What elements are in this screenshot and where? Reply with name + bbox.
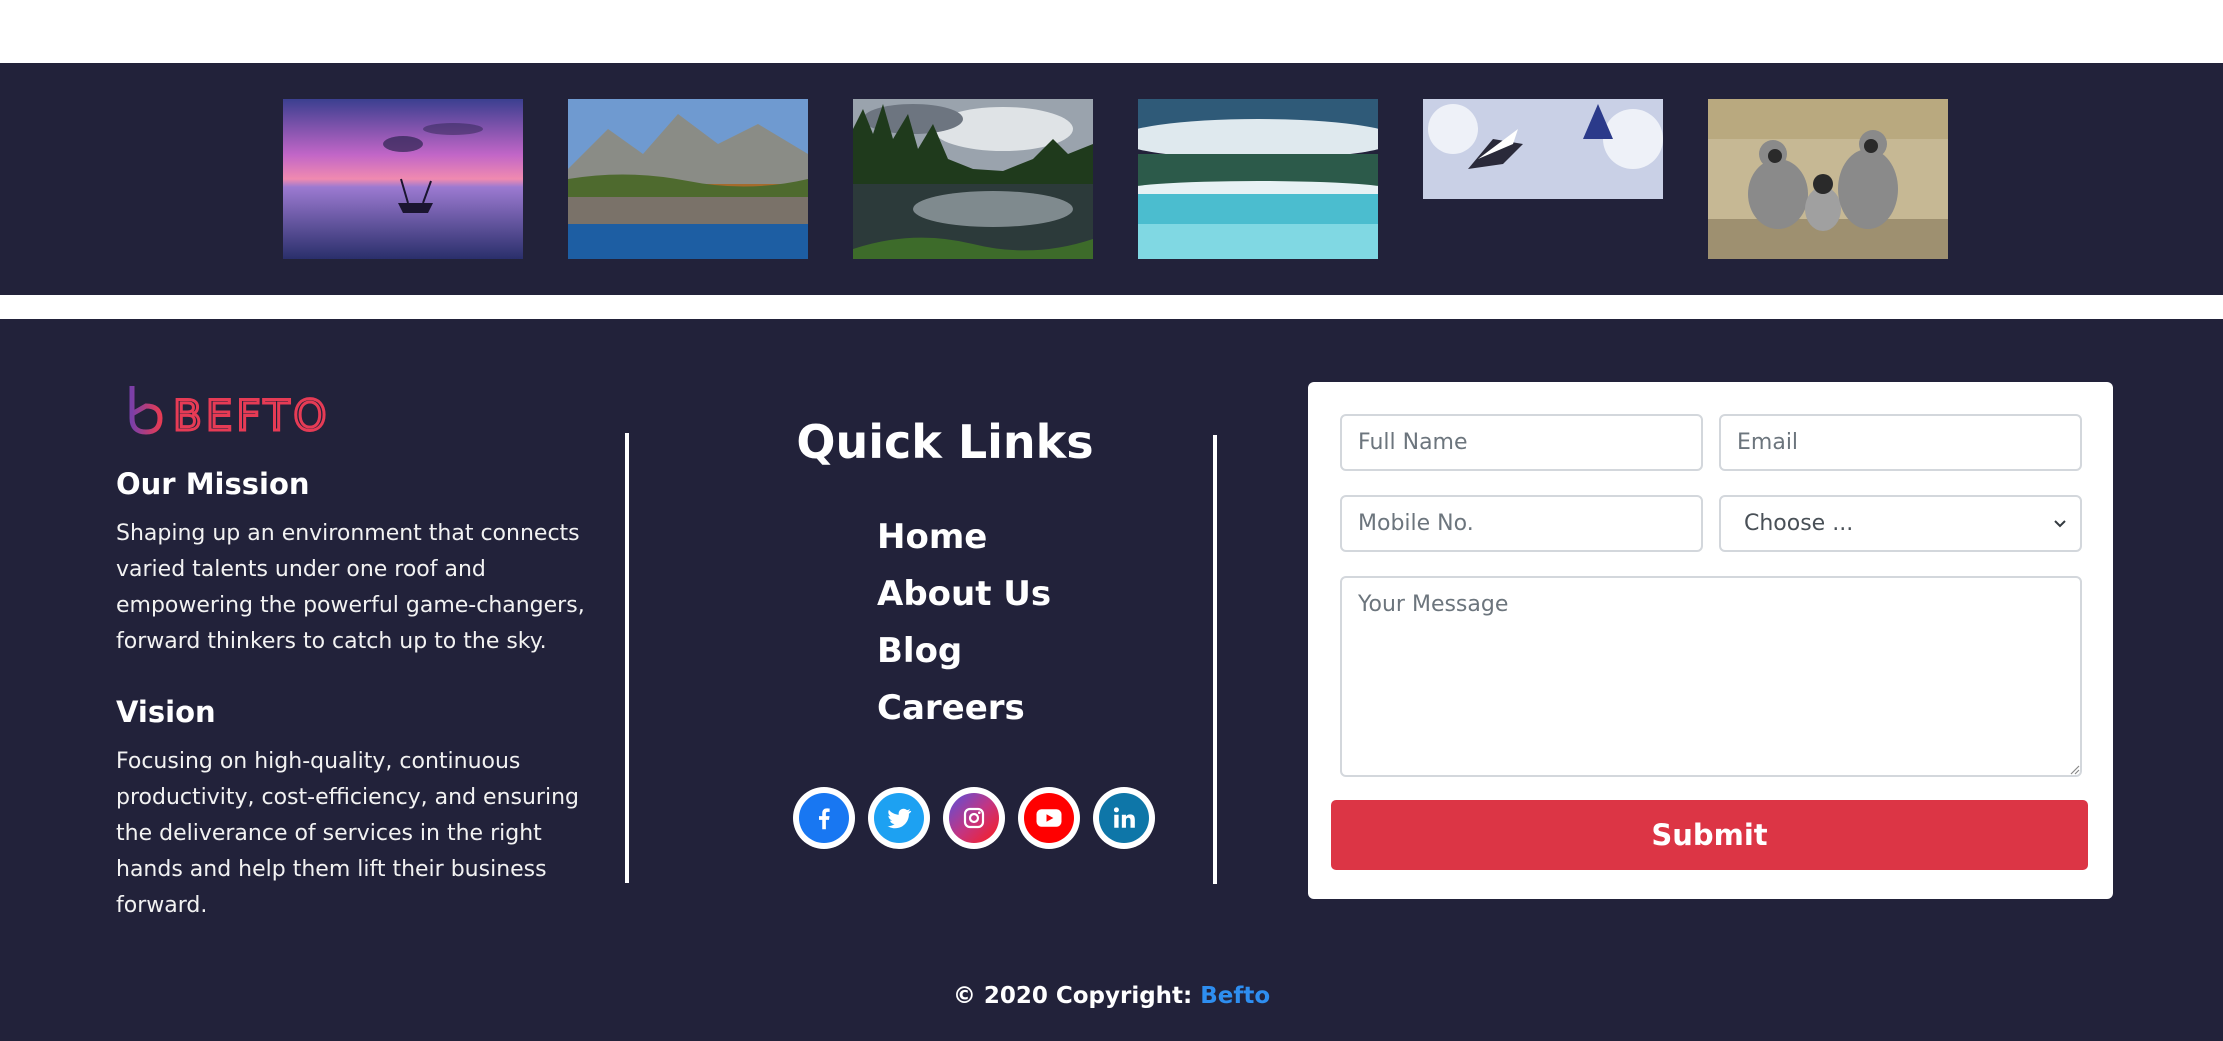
- forest-lake-image: [853, 99, 1093, 259]
- quick-link-blog[interactable]: Blog: [877, 623, 1051, 680]
- quick-links-list: Home About Us Blog Careers: [877, 509, 1051, 737]
- quick-link-careers[interactable]: Careers: [877, 680, 1051, 737]
- gallery-image-monkeys[interactable]: [1708, 99, 1948, 259]
- divider-left: [625, 433, 629, 883]
- gallery-image-sunset-boat[interactable]: [283, 99, 523, 259]
- monkeys-image: [1708, 99, 1948, 259]
- email-field[interactable]: [1719, 414, 2082, 471]
- copyright-brand-link[interactable]: Befto: [1200, 983, 1270, 1009]
- choose-select-value: Choose ...: [1744, 511, 1854, 536]
- mission-heading: Our Mission: [116, 467, 310, 501]
- befto-logo[interactable]: BEFTO: [127, 384, 347, 436]
- logo-text: BEFTO: [173, 391, 330, 436]
- quick-link-about-us[interactable]: About Us: [877, 566, 1051, 623]
- sunset-boat-image: [283, 99, 523, 259]
- misty-lake-image: [1138, 99, 1378, 259]
- twitter-link[interactable]: [868, 787, 930, 849]
- mobile-field[interactable]: [1340, 495, 1703, 552]
- instagram-link[interactable]: [943, 787, 1005, 849]
- submit-button[interactable]: Submit: [1331, 800, 2088, 870]
- contact-form: Choose ... Submit: [1308, 382, 2113, 899]
- linkedin-icon: [1099, 793, 1149, 843]
- full-name-field[interactable]: [1340, 414, 1703, 471]
- choose-select[interactable]: Choose ...: [1719, 495, 2082, 552]
- gallery-image-mountain-lake[interactable]: [568, 99, 808, 259]
- linkedin-link[interactable]: [1093, 787, 1155, 849]
- youtube-icon: [1024, 793, 1074, 843]
- chevron-down-icon: [2054, 520, 2066, 528]
- message-field[interactable]: [1340, 576, 2082, 777]
- winter-bird-image: [1423, 99, 1663, 259]
- vision-heading: Vision: [116, 695, 216, 729]
- youtube-link[interactable]: [1018, 787, 1080, 849]
- twitter-icon: [874, 793, 924, 843]
- mission-text: Shaping up an environment that connects …: [116, 521, 585, 654]
- resize-handle-icon[interactable]: [2068, 763, 2080, 775]
- gallery-image-misty-lake[interactable]: [1138, 99, 1378, 259]
- quick-link-home[interactable]: Home: [877, 509, 1051, 566]
- quick-links-title: Quick Links: [796, 415, 1094, 469]
- footer: BEFTO Our Mission Shaping up an environm…: [0, 319, 2223, 1041]
- copyright-text: © 2020 Copyright:: [952, 983, 1201, 1009]
- divider-right: [1213, 435, 1217, 884]
- mountain-lake-image: [568, 99, 808, 259]
- facebook-icon: [799, 793, 849, 843]
- instagram-icon: [949, 793, 999, 843]
- copyright: © 2020 Copyright: Befto: [0, 983, 2223, 1009]
- gallery-image-winter-bird[interactable]: [1423, 99, 1663, 259]
- vision-text: Focusing on high-quality, continuous pro…: [116, 749, 579, 918]
- image-gallery: [0, 63, 2223, 295]
- gallery-image-forest-lake[interactable]: [853, 99, 1093, 259]
- facebook-link[interactable]: [793, 787, 855, 849]
